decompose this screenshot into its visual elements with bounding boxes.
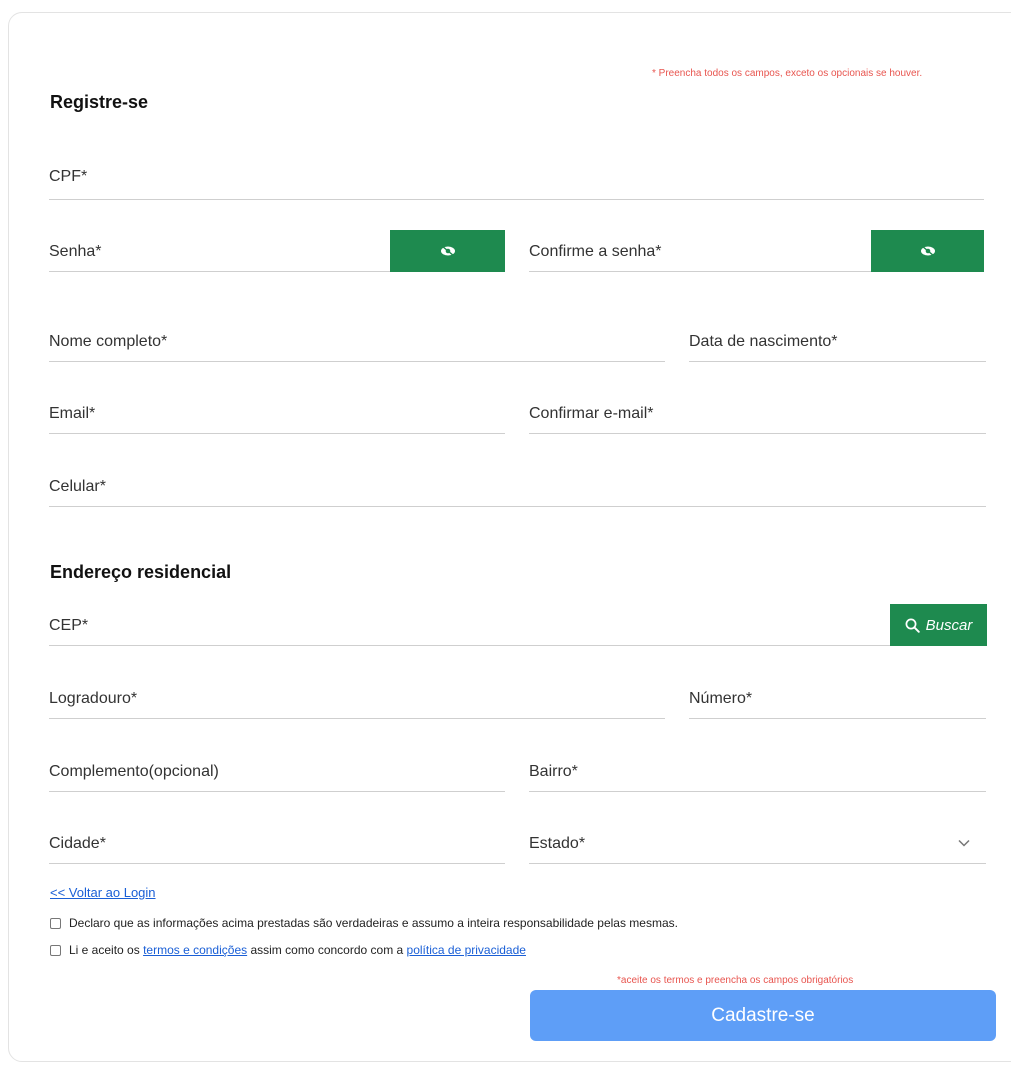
password-label: Senha*: [49, 243, 102, 260]
terms-warning: *aceite os termos e preencha os campos o…: [617, 975, 854, 986]
number-field[interactable]: Número*: [689, 690, 986, 719]
terms-row: Li e aceito os termos e condições assim …: [50, 943, 526, 957]
eye-slash-icon: [440, 245, 455, 257]
street-label: Logradouro*: [49, 690, 138, 707]
password-field[interactable]: Senha*: [49, 243, 392, 272]
password-toggle-button[interactable]: [390, 230, 505, 272]
terms-checkbox[interactable]: [50, 944, 61, 956]
cep-label: CEP*: [49, 617, 89, 634]
page-title: Registre-se: [50, 92, 149, 112]
cellphone-label: Celular*: [49, 478, 106, 495]
city-label: Cidade*: [49, 835, 106, 852]
confirm-email-label: Confirmar e-mail*: [529, 405, 654, 422]
eye-slash-icon: [920, 245, 935, 257]
neighborhood-label: Bairro*: [529, 763, 578, 780]
required-note: * Preencha todos os campos, exceto os op…: [652, 68, 923, 79]
chevron-down-icon: [958, 839, 970, 847]
back-to-login-link[interactable]: << Voltar ao Login: [50, 885, 156, 900]
register-submit-button[interactable]: Cadastre-se: [530, 990, 996, 1041]
city-field[interactable]: Cidade*: [49, 835, 505, 864]
search-button-label: Buscar: [925, 616, 973, 634]
confirm-email-field[interactable]: Confirmar e-mail*: [529, 405, 986, 434]
state-label: Estado*: [529, 835, 586, 852]
full-name-label: Nome completo*: [49, 333, 168, 350]
terms-link[interactable]: termos e condições: [143, 943, 247, 957]
complement-field[interactable]: Complemento(opcional): [49, 763, 505, 792]
privacy-link[interactable]: política de privacidade: [407, 943, 526, 957]
cep-field[interactable]: CEP*: [49, 617, 892, 646]
address-section-title: Endereço residencial: [50, 562, 232, 582]
confirm-password-label: Confirme a senha*: [529, 243, 662, 260]
cellphone-field[interactable]: Celular*: [49, 478, 986, 507]
cpf-label: CPF*: [49, 168, 88, 185]
email-field[interactable]: Email*: [49, 405, 505, 434]
terms-text: Li e aceito os termos e condições assim …: [69, 943, 526, 957]
declaration-checkbox[interactable]: [50, 917, 61, 929]
number-label: Número*: [689, 690, 753, 707]
search-icon: [905, 618, 920, 633]
search-cep-button[interactable]: Buscar: [890, 604, 987, 646]
declaration-text: Declaro que as informações acima prestad…: [69, 916, 678, 930]
terms-middle: assim como concordo com a: [250, 943, 404, 957]
complement-label: Complemento(opcional): [49, 763, 219, 780]
email-label: Email*: [49, 405, 96, 422]
cpf-field[interactable]: CPF*: [49, 168, 984, 200]
confirm-password-field[interactable]: Confirme a senha*: [529, 243, 873, 272]
state-select[interactable]: Estado*: [529, 835, 986, 864]
confirm-password-toggle-button[interactable]: [871, 230, 984, 272]
birthdate-field[interactable]: Data de nascimento*: [689, 333, 986, 362]
terms-prefix: Li e aceito os: [69, 943, 140, 957]
street-field[interactable]: Logradouro*: [49, 690, 665, 719]
full-name-field[interactable]: Nome completo*: [49, 333, 665, 362]
birthdate-label: Data de nascimento*: [689, 333, 838, 350]
neighborhood-field[interactable]: Bairro*: [529, 763, 986, 792]
declaration-row: Declaro que as informações acima prestad…: [50, 916, 678, 930]
